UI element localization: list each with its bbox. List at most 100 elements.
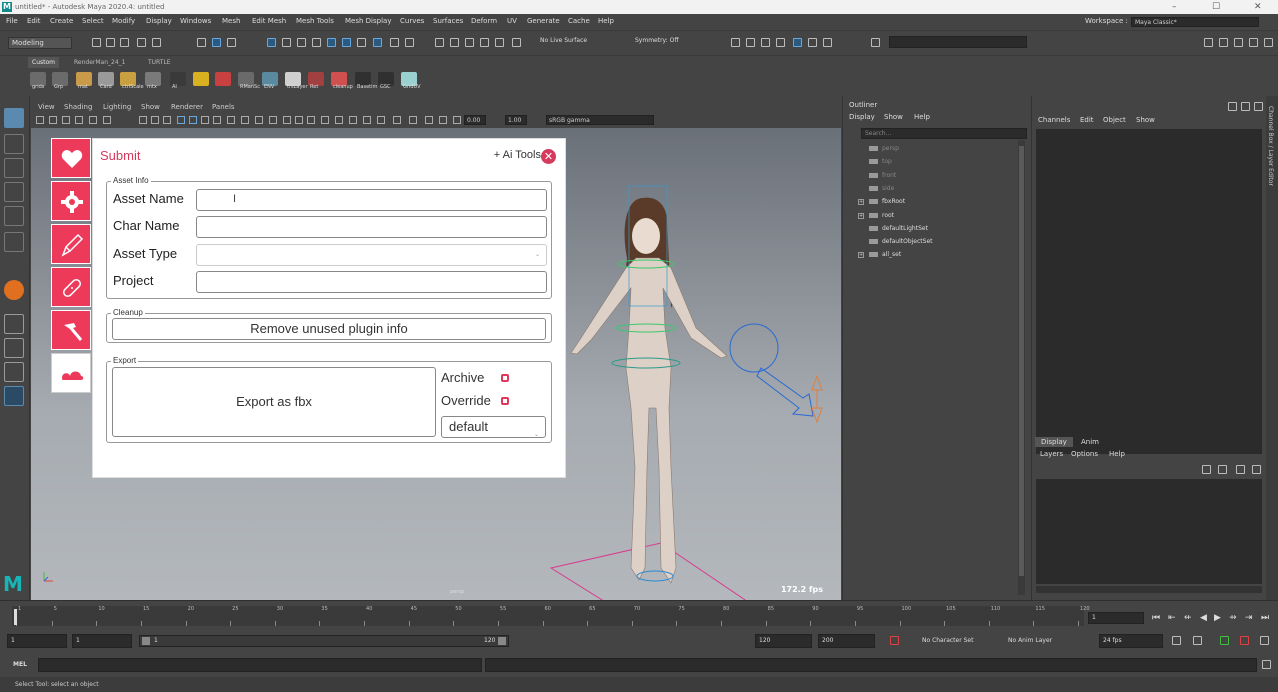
fps-dropdown[interactable]: 24 fps bbox=[1099, 634, 1163, 648]
viewport-tool-3-icon[interactable] bbox=[75, 116, 83, 124]
layer-tab-anim[interactable]: Anim bbox=[1075, 437, 1105, 447]
current-time-marker[interactable] bbox=[14, 609, 17, 625]
play-backward-icon[interactable]: ◀ bbox=[1200, 613, 1207, 623]
layer-menu-help[interactable]: Help bbox=[1109, 450, 1125, 458]
viewport-tool-15-icon[interactable] bbox=[255, 116, 263, 124]
scene-start-field[interactable]: 1 bbox=[7, 634, 67, 648]
redo-icon[interactable] bbox=[152, 38, 161, 47]
shelf-tab-turtle[interactable]: TURTLE bbox=[144, 57, 175, 68]
elbow-control[interactable] bbox=[811, 374, 823, 424]
lock-icon[interactable] bbox=[390, 38, 399, 47]
menu-mesh-display[interactable]: Mesh Display bbox=[345, 14, 391, 29]
play-forward-icon[interactable]: ▶ bbox=[1214, 613, 1221, 623]
rotate-tool-icon[interactable] bbox=[4, 206, 24, 226]
outliner-toggle-icon[interactable] bbox=[1264, 38, 1273, 47]
minimize-button[interactable]: – bbox=[1172, 0, 1177, 14]
layer-move-up-icon[interactable] bbox=[1202, 465, 1211, 474]
side-hammer-button[interactable] bbox=[51, 310, 91, 350]
outliner-menu-display[interactable]: Display bbox=[849, 113, 875, 121]
outliner-item[interactable]: all_set bbox=[882, 251, 901, 258]
current-frame-field[interactable]: 1 bbox=[1088, 612, 1144, 624]
remove-plugin-info-button[interactable]: Remove unused plugin info bbox=[112, 318, 546, 340]
live-surface-label[interactable]: No Live Surface bbox=[540, 37, 587, 44]
menu-surfaces[interactable]: Surfaces bbox=[433, 14, 463, 29]
colorspace-dropdown[interactable]: sRGB gamma bbox=[546, 115, 654, 125]
hypershade-icon[interactable] bbox=[793, 38, 802, 47]
render-view-icon[interactable] bbox=[731, 38, 740, 47]
viewport-tool-27-icon[interactable] bbox=[425, 116, 433, 124]
layer-editor-scrollbar[interactable] bbox=[1036, 586, 1262, 593]
cache-icon[interactable] bbox=[1240, 636, 1249, 645]
step-forward-frame-icon[interactable]: ⇸ bbox=[1229, 613, 1237, 623]
menu-modify[interactable]: Modify bbox=[112, 14, 135, 29]
viewport-tool-24-icon[interactable] bbox=[377, 116, 385, 124]
playback-end-field[interactable]: 120 bbox=[755, 634, 812, 648]
snap-live-icon[interactable] bbox=[342, 38, 351, 47]
menu-display[interactable]: Display bbox=[146, 14, 172, 29]
new-layer-selected-icon[interactable] bbox=[1252, 465, 1261, 474]
playback-options-icon[interactable] bbox=[1193, 636, 1202, 645]
asset-type-dropdown[interactable]: ⌄ bbox=[196, 244, 547, 266]
viewport-tool-1-icon[interactable] bbox=[49, 116, 57, 124]
far-clip-field[interactable]: 1.00 bbox=[505, 115, 527, 125]
channel-box-icon[interactable] bbox=[1249, 38, 1258, 47]
snap-vertex-icon[interactable] bbox=[373, 38, 382, 47]
viewport-menu-renderer[interactable]: Renderer bbox=[171, 101, 203, 113]
menu-cache[interactable]: Cache bbox=[568, 14, 590, 29]
side-bandage-button[interactable] bbox=[51, 267, 91, 307]
viewport-tool-20-icon[interactable] bbox=[321, 116, 329, 124]
sound-icon[interactable] bbox=[1220, 636, 1229, 645]
render-settings-icon[interactable] bbox=[512, 38, 521, 47]
side-settings-button[interactable] bbox=[51, 181, 91, 221]
new-scene-icon[interactable] bbox=[92, 38, 101, 47]
single-perspective-layout-icon[interactable] bbox=[4, 314, 24, 334]
snap-point-icon[interactable] bbox=[297, 38, 306, 47]
playback-start-field[interactable]: 1 bbox=[72, 634, 132, 648]
anim-layer-dropdown[interactable]: No Anim Layer bbox=[1008, 637, 1052, 644]
viewport-tool-2-icon[interactable] bbox=[62, 116, 70, 124]
go-to-start-icon[interactable]: ⏮ bbox=[1152, 613, 1160, 623]
arm-ik-control[interactable] bbox=[729, 323, 779, 373]
script-language-toggle[interactable]: MEL bbox=[13, 661, 27, 668]
auto-key-icon[interactable] bbox=[890, 636, 899, 645]
outliner-scroll-thumb[interactable] bbox=[1019, 146, 1024, 576]
sidebar-toggle-icon[interactable] bbox=[871, 38, 880, 47]
outliner-item[interactable]: root bbox=[882, 212, 894, 219]
paint-select-icon[interactable] bbox=[4, 158, 24, 178]
pause-icon[interactable] bbox=[823, 38, 832, 47]
archive-checkbox[interactable] bbox=[501, 374, 509, 382]
viewport-tool-29-icon[interactable] bbox=[453, 116, 461, 124]
viewport-tool-16-icon[interactable] bbox=[269, 116, 277, 124]
scene-end-field[interactable]: 200 bbox=[818, 634, 875, 648]
viewport-tool-21-icon[interactable] bbox=[335, 116, 343, 124]
ai-tools-menu[interactable]: + Ai Tools bbox=[494, 149, 541, 161]
menu-help[interactable]: Help bbox=[598, 14, 614, 29]
open-scene-icon[interactable] bbox=[106, 38, 115, 47]
side-cloud-button[interactable] bbox=[51, 353, 91, 393]
menu-edit-mesh[interactable]: Edit Mesh bbox=[252, 14, 286, 29]
persp-graph-layout-icon[interactable] bbox=[4, 386, 24, 406]
modeling-toolkit-icon[interactable] bbox=[1204, 38, 1213, 47]
arnold-icon[interactable] bbox=[808, 38, 817, 47]
outliner-item[interactable]: persp bbox=[882, 145, 899, 152]
shelf-button-tool-7[interactable] bbox=[193, 72, 209, 86]
lasso-tool-icon[interactable] bbox=[4, 134, 24, 154]
ipr-render-icon[interactable] bbox=[761, 38, 770, 47]
scale-tool-icon[interactable] bbox=[4, 232, 24, 252]
close-panel-button[interactable]: ✕ bbox=[541, 149, 556, 164]
viewport-menu-show[interactable]: Show bbox=[141, 101, 160, 113]
viewport-tool-17-icon[interactable] bbox=[283, 116, 291, 124]
render-current-icon[interactable] bbox=[746, 38, 755, 47]
viewport-tool-23-icon[interactable] bbox=[363, 116, 371, 124]
character-model[interactable] bbox=[531, 168, 851, 603]
ground-control[interactable] bbox=[549, 542, 757, 603]
tool-settings-icon[interactable] bbox=[1234, 38, 1243, 47]
viewport-tool-0-icon[interactable] bbox=[36, 116, 44, 124]
viewport-tool-6-icon[interactable] bbox=[139, 116, 147, 124]
viewport-tool-19-icon[interactable] bbox=[307, 116, 315, 124]
attribute-editor-icon[interactable] bbox=[1219, 38, 1228, 47]
outliner-item[interactable]: top bbox=[882, 158, 892, 165]
new-layer-icon[interactable] bbox=[1236, 465, 1245, 474]
step-forward-key-icon[interactable]: ⇥ bbox=[1245, 613, 1253, 623]
history-icon[interactable] bbox=[405, 38, 414, 47]
